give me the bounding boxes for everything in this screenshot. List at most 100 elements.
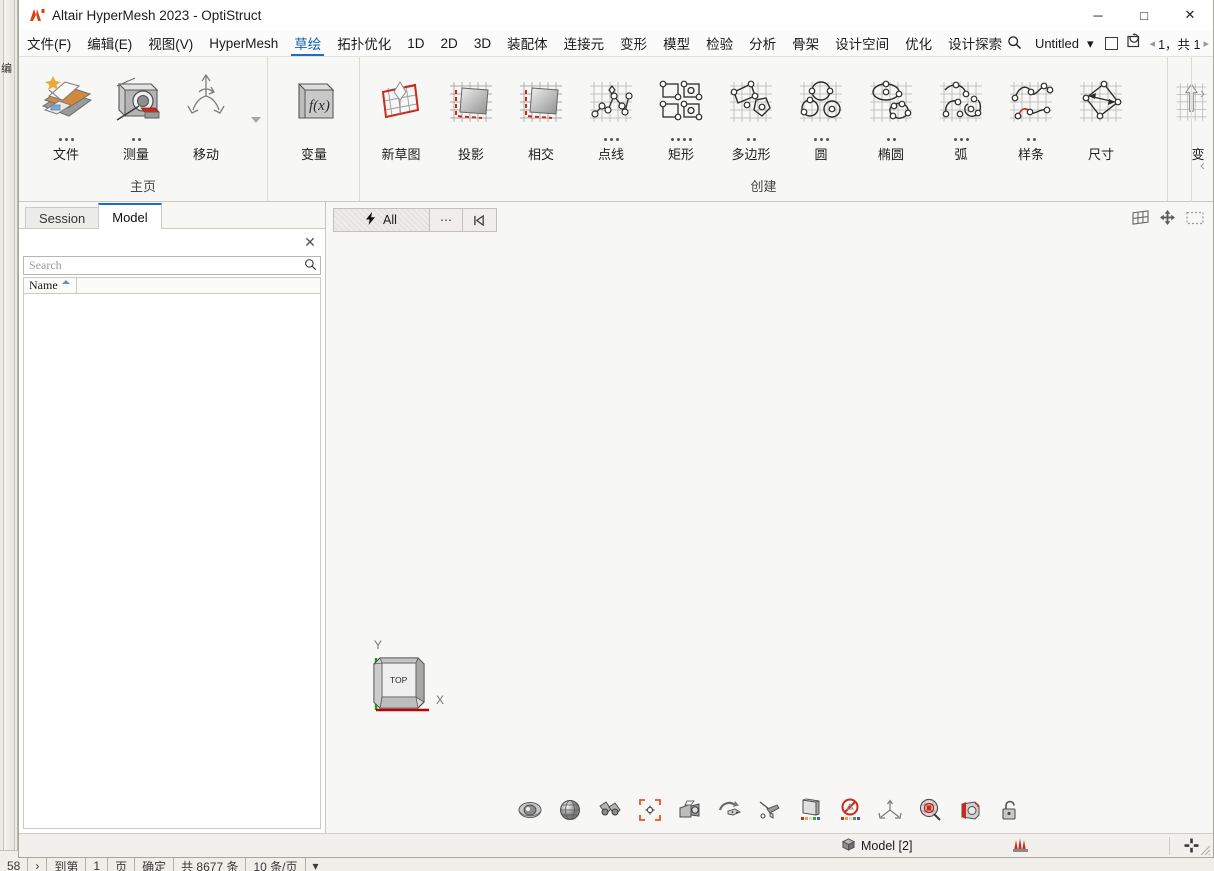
status-model-label: Model [2] [861,839,912,853]
ribbon-group-home-title: 主页 [19,176,267,195]
document-name[interactable]: Untitled [1032,36,1082,51]
menu-validate[interactable]: 检验 [698,30,741,56]
minimize-button[interactable]: ─ [1075,0,1121,30]
refresh-page-icon[interactable] [1126,33,1142,54]
nav-prev-icon[interactable]: ‹ [972,36,984,51]
axis-triad-icon[interactable] [877,797,903,823]
menu-topology-optimization[interactable]: 拓扑优化 [329,30,399,56]
ribbon-item-move[interactable]: 移动 [171,63,241,163]
page-prev-icon[interactable]: ◂ [1150,37,1156,50]
circle-dots [814,135,829,143]
ribbon-item-arc[interactable]: 弧 [926,63,996,163]
bg-cell-0: 58 [0,857,28,871]
arc-dots [954,135,969,143]
search-input[interactable] [23,256,321,275]
move-arrows-icon[interactable] [1160,210,1175,230]
ribbon-item-variable[interactable]: f(x) 变量 [279,63,349,163]
page-next-icon[interactable]: ▸ [1203,37,1209,50]
ribbon-scroll-prev-icon[interactable]: ‹ [1200,157,1205,174]
ribbon-item-polygon[interactable]: 多边形 [716,63,786,163]
bg-cell-4: 页 [108,857,135,871]
entity-filter-all[interactable]: All [334,209,430,231]
component-color-icon[interactable] [797,797,823,823]
model-tree-column-extra[interactable] [77,278,87,293]
entity-filter-reset-button[interactable] [463,209,496,231]
menu-connector[interactable]: 连接元 [556,30,613,56]
menu-assembly[interactable]: 装配体 [499,30,556,56]
panel-tab-session[interactable]: Session [25,207,99,229]
panel-tab-model[interactable]: Model [98,203,161,229]
graphics-canvas[interactable]: Y X TOP [326,240,1213,833]
entity-filter-more-button[interactable]: ⋯ [430,209,463,231]
shaded-globe-icon[interactable] [557,797,583,823]
spline-dots [1027,135,1036,143]
magnifier-icon[interactable] [304,258,317,274]
nav-next-icon[interactable]: › [987,36,999,51]
ribbon-item-spline[interactable]: 样条 [996,63,1066,163]
menu-optimization[interactable]: 优化 [897,30,940,56]
ribbon-item-new-sketch[interactable]: 新草图 [366,63,436,163]
ribbon-item-ellipse-label: 椭圆 [878,144,904,163]
ribbon-item-rectangle[interactable]: 矩形 [646,63,716,163]
ribbon-scroll-next-icon[interactable]: › [1200,85,1205,102]
spline-icon [1000,67,1062,135]
binoculars-icon[interactable] [597,797,623,823]
shrink-elements-icon[interactable] [957,797,983,823]
document-caret-icon[interactable]: ▾ [1084,36,1097,52]
ribbon-item-point-line[interactable]: 点线 [576,63,646,163]
grid-view-icon[interactable] [1132,210,1149,230]
flame-icon[interactable] [1011,835,1031,857]
cube-icon [841,837,856,855]
menu-skeleton[interactable]: 骨架 [784,30,827,56]
status-model-indicator[interactable]: Model [2] [841,837,912,855]
gear-icon[interactable] [1169,837,1199,855]
panel-close-icon[interactable]: ✕ [302,234,318,250]
ribbon-item-measure[interactable]: 测量 [101,63,171,163]
search-icon[interactable] [1001,35,1030,53]
menu-3d[interactable]: 3D [466,30,499,56]
move-icon [175,67,237,135]
ribbon-item-intersect[interactable]: 相交 [506,63,576,163]
session-checkbox[interactable] [1105,37,1118,50]
ribbon-item-circle[interactable]: 圆 [786,63,856,163]
menu-sketch[interactable]: 草绘 [286,30,329,56]
menu-1d[interactable]: 1D [399,30,432,56]
unlock-icon[interactable] [997,797,1023,823]
sort-ascending-icon [62,280,70,284]
menu-model[interactable]: 模型 [655,30,698,56]
rotate-view-icon[interactable] [717,797,743,823]
ribbon-item-new-sketch-label: 新草图 [381,144,420,163]
menu-analysis[interactable]: 分析 [741,30,784,56]
menu-edit[interactable]: 编辑(E) [79,30,140,56]
ribbon-item-arc-label: 弧 [954,144,967,163]
menu-design-space[interactable]: 设计空间 [827,30,897,56]
visualization-icon[interactable] [517,797,543,823]
bg-cell-1: › [28,857,47,871]
ribbon-item-project[interactable]: 投影 [436,63,506,163]
no-color-icon[interactable] [837,797,863,823]
view-cube[interactable]: Y X TOP [366,638,466,738]
rect-select-icon[interactable] [1186,211,1204,230]
point-line-dots [604,135,619,143]
ribbon-group-home-caret-icon[interactable] [251,117,261,123]
close-button[interactable]: ✕ [1167,0,1213,30]
menu-view[interactable]: 视图(V) [140,30,201,56]
menu-2d[interactable]: 2D [433,30,466,56]
menu-hypermesh[interactable]: HyperMesh [201,30,286,56]
status-bar: Model [2] [19,833,1213,857]
menu-file[interactable]: 文件(F) [19,30,79,56]
circle-icon [790,67,852,135]
model-tree-body[interactable] [23,294,321,829]
fit-view-icon[interactable] [637,797,663,823]
viewport: All ⋯ [326,202,1213,833]
model-tree-column-name[interactable]: Name [24,278,77,293]
maximize-button[interactable]: □ [1121,0,1167,30]
node-edit-icon[interactable] [757,797,783,823]
menu-morph[interactable]: 变形 [612,30,655,56]
ribbon-item-file[interactable]: 文件 [31,63,101,163]
resize-grip[interactable] [1197,842,1211,856]
ribbon-item-ellipse[interactable]: 椭圆 [856,63,926,163]
camera-icon[interactable] [677,797,703,823]
ribbon-item-dimension[interactable]: 尺寸 [1066,63,1136,163]
zoom-mesh-icon[interactable] [917,797,943,823]
